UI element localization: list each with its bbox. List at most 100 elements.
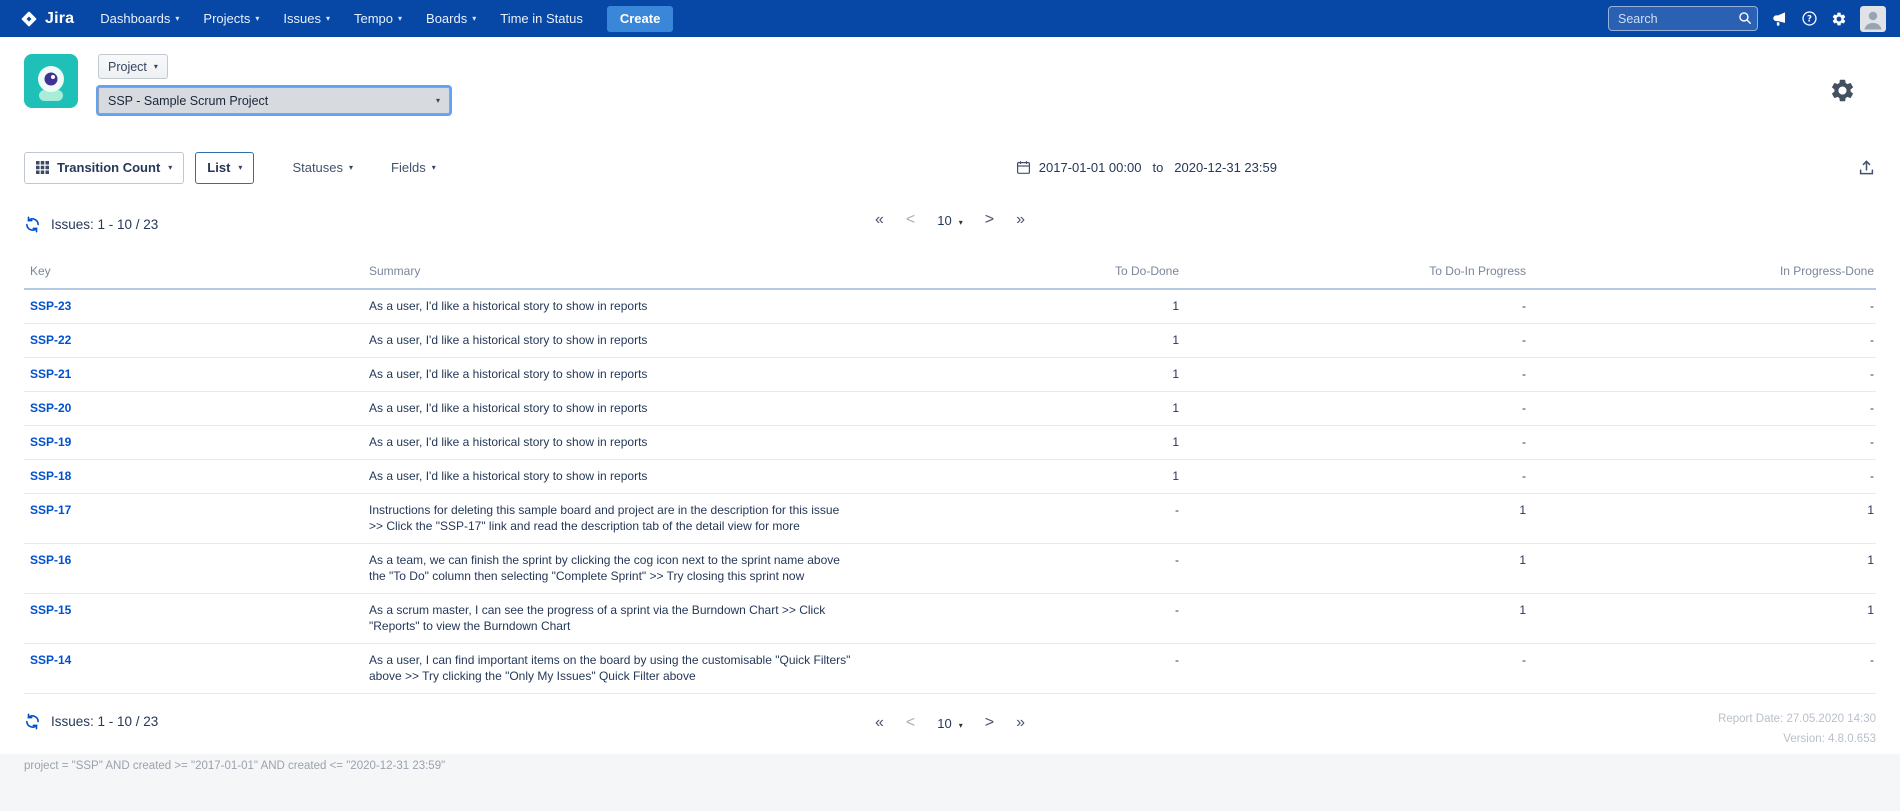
- column-header-todo-inprogress[interactable]: To Do-In Progress: [1181, 254, 1528, 289]
- issue-key-link[interactable]: SSP-21: [30, 367, 71, 381]
- nav-item-boards[interactable]: Boards ▾: [414, 0, 488, 37]
- scope-select-button[interactable]: Project ▾: [98, 54, 168, 79]
- issue-key-link[interactable]: SSP-23: [30, 299, 71, 313]
- report-date: Report Date: 27.05.2020 14:30: [1718, 710, 1876, 730]
- pagination-next-button[interactable]: >: [985, 715, 994, 731]
- cell-inprogress-done: -: [1528, 324, 1876, 358]
- column-header-todo-done[interactable]: To Do-Done: [881, 254, 1181, 289]
- quick-search: [1608, 6, 1758, 31]
- page-size-select[interactable]: 10 ▾: [937, 213, 962, 228]
- export-icon[interactable]: [1857, 158, 1876, 177]
- nav-item-label: Dashboards: [100, 11, 170, 26]
- cell-todo-done: -: [881, 644, 1181, 694]
- nav-item-time-in-status[interactable]: Time in Status: [488, 0, 595, 37]
- cell-inprogress-done: -: [1528, 289, 1876, 324]
- nav-item-dashboards[interactable]: Dashboards ▾: [88, 0, 191, 37]
- issue-summary: As a user, I'd like a historical story t…: [369, 298, 851, 314]
- view-mode-button[interactable]: List ▾: [195, 152, 254, 184]
- pagination-last-button[interactable]: »: [1016, 212, 1025, 228]
- cell-todo-inprogress: -: [1181, 289, 1528, 324]
- issues-summary-text: Issues: 1 - 10 / 23: [51, 714, 158, 729]
- pagination-prev-button[interactable]: <: [906, 212, 915, 228]
- chevron-down-icon: ▾: [959, 218, 963, 227]
- cell-todo-done: -: [881, 494, 1181, 544]
- date-from: 2017-01-01 00:00: [1039, 160, 1142, 175]
- cell-todo-inprogress: -: [1181, 358, 1528, 392]
- nav-item-projects[interactable]: Projects ▾: [191, 0, 271, 37]
- issue-summary: As a user, I'd like a historical story t…: [369, 434, 851, 450]
- results-header: Issues: 1 - 10 / 23 « < 10 ▾ > »: [0, 184, 1900, 254]
- svg-text:?: ?: [1807, 15, 1812, 25]
- refresh-arrows-icon: [24, 216, 41, 233]
- user-avatar[interactable]: [1860, 6, 1886, 32]
- refresh-icon[interactable]: [24, 713, 41, 730]
- pagination-first-button[interactable]: «: [875, 715, 884, 731]
- pagination-last-button[interactable]: »: [1016, 715, 1025, 731]
- cell-inprogress-done: -: [1528, 644, 1876, 694]
- cell-todo-done: 1: [881, 358, 1181, 392]
- statuses-dropdown[interactable]: Statuses ▾: [292, 160, 353, 175]
- nav-item-issues[interactable]: Issues ▾: [271, 0, 342, 37]
- page-size-value: 10: [937, 213, 951, 228]
- admin-gear-icon[interactable]: [1831, 11, 1847, 27]
- jira-home-link[interactable]: Jira: [20, 10, 74, 28]
- create-button[interactable]: Create: [607, 6, 673, 32]
- project-select[interactable]: SSP - Sample Scrum Project ▾: [98, 87, 450, 114]
- column-header-summary[interactable]: Summary: [369, 254, 881, 289]
- calendar-icon: [1016, 160, 1031, 175]
- main-menu: Dashboards ▾ Projects ▾ Issues ▾ Tempo ▾…: [88, 0, 673, 37]
- table-header-row: Key Summary To Do-Done To Do-In Progress…: [24, 254, 1876, 289]
- megaphone-icon: [1771, 10, 1788, 27]
- column-header-key[interactable]: Key: [24, 254, 369, 289]
- chevron-down-icon: ▾: [154, 63, 158, 71]
- chevron-down-icon: ▾: [398, 15, 402, 23]
- issues-table: Key Summary To Do-Done To Do-In Progress…: [24, 254, 1876, 694]
- export-arrow-icon: [1857, 158, 1876, 177]
- statuses-label: Statuses: [292, 160, 343, 175]
- cell-todo-inprogress: 1: [1181, 494, 1528, 544]
- issue-key-link[interactable]: SSP-18: [30, 469, 71, 483]
- issue-key-link[interactable]: SSP-17: [30, 503, 71, 517]
- report-type-button[interactable]: Transition Count ▾: [24, 152, 184, 184]
- chevron-down-icon: ▾: [349, 164, 353, 172]
- announcements-icon[interactable]: [1771, 10, 1788, 27]
- report-type-label: Transition Count: [57, 160, 160, 175]
- search-icon: [1738, 11, 1752, 25]
- navbar-right: ?: [1608, 6, 1886, 32]
- chevron-down-icon: ▾: [255, 15, 259, 23]
- results-footer: Issues: 1 - 10 / 23 « < 10 ▾ > » Report …: [0, 694, 1900, 754]
- issue-key-link[interactable]: SSP-14: [30, 653, 71, 667]
- cell-todo-inprogress: 1: [1181, 594, 1528, 644]
- nav-item-label: Issues: [283, 11, 321, 26]
- pagination-next-button[interactable]: >: [985, 212, 994, 228]
- issue-summary: As a scrum master, I can see the progres…: [369, 602, 851, 634]
- chevron-down-icon: ▾: [175, 15, 179, 23]
- date-to: 2020-12-31 23:59: [1174, 160, 1277, 175]
- page-size-select[interactable]: 10 ▾: [937, 716, 962, 731]
- issue-key-link[interactable]: SSP-22: [30, 333, 71, 347]
- top-navbar: Jira Dashboards ▾ Projects ▾ Issues ▾ Te…: [0, 0, 1900, 37]
- search-input[interactable]: [1608, 6, 1758, 31]
- settings-gear-icon[interactable]: [1829, 77, 1856, 104]
- issue-key-link[interactable]: SSP-20: [30, 401, 71, 415]
- pagination-prev-button[interactable]: <: [906, 715, 915, 731]
- refresh-icon[interactable]: [24, 216, 41, 233]
- help-icon[interactable]: ?: [1801, 10, 1818, 27]
- column-header-inprogress-done[interactable]: In Progress-Done: [1528, 254, 1876, 289]
- pagination-top: « < 10 ▾ > »: [875, 212, 1025, 228]
- project-select-value: SSP - Sample Scrum Project: [108, 94, 268, 108]
- pagination-first-button[interactable]: «: [875, 212, 884, 228]
- issue-key-link[interactable]: SSP-15: [30, 603, 71, 617]
- issue-summary: As a user, I can find important items on…: [369, 652, 851, 684]
- cell-todo-done: 1: [881, 289, 1181, 324]
- issue-key-link[interactable]: SSP-16: [30, 553, 71, 567]
- project-avatar: [24, 54, 78, 108]
- date-range-picker[interactable]: 2017-01-01 00:00 to 2020-12-31 23:59: [1016, 160, 1277, 175]
- issue-summary: Instructions for deleting this sample bo…: [369, 502, 851, 534]
- gear-icon: [1829, 77, 1856, 104]
- view-mode-label: List: [207, 160, 230, 175]
- issue-key-link[interactable]: SSP-19: [30, 435, 71, 449]
- report-toolbar: Transition Count ▾ List ▾ Statuses ▾ Fie…: [0, 128, 1900, 184]
- fields-dropdown[interactable]: Fields ▾: [391, 160, 436, 175]
- nav-item-tempo[interactable]: Tempo ▾: [342, 0, 414, 37]
